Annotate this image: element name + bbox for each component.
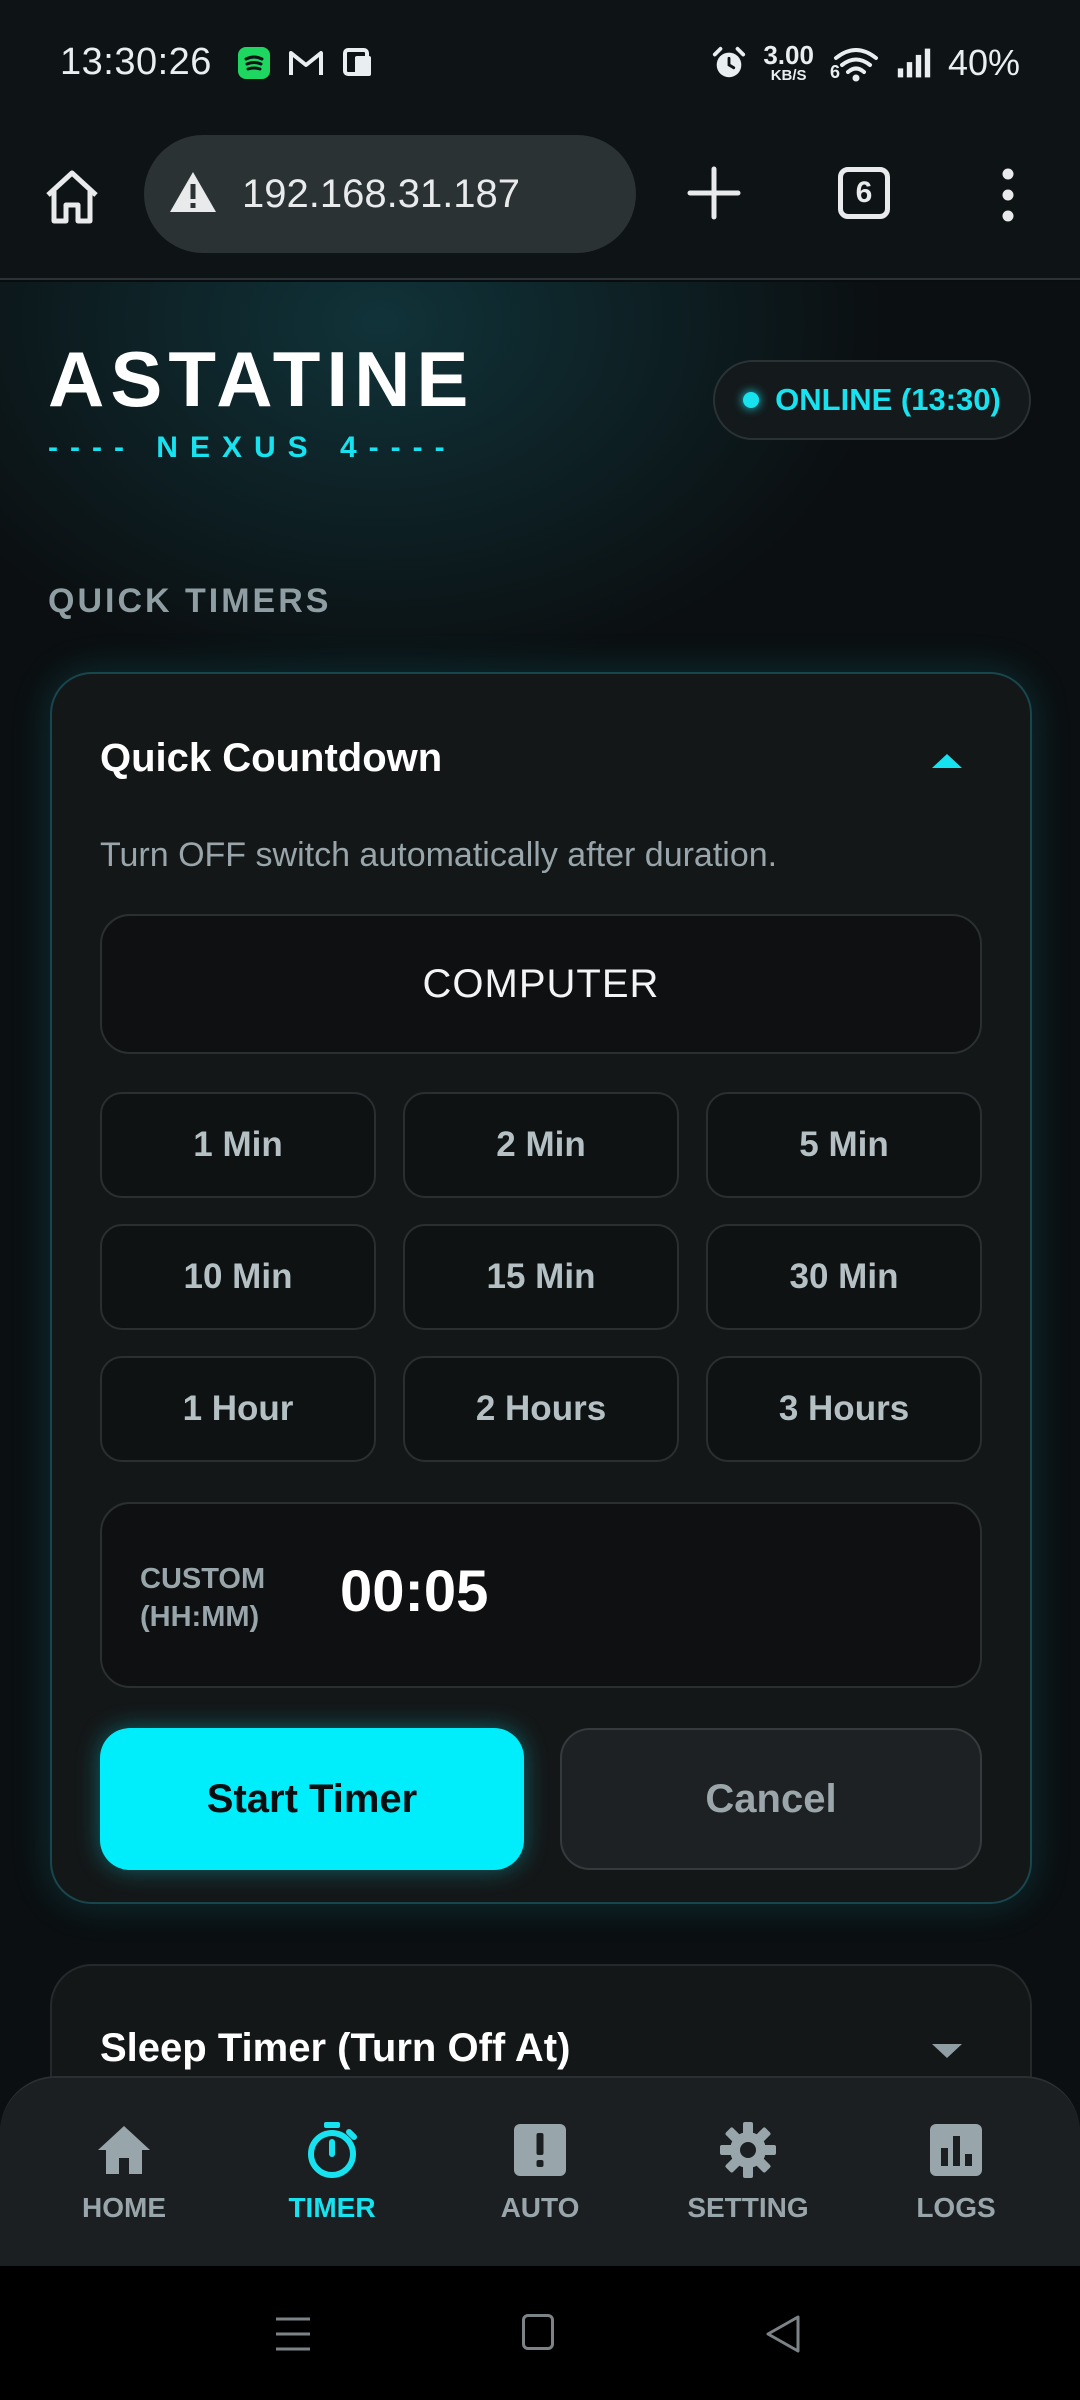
nav-item-logs[interactable]: LOGS xyxy=(856,2120,1056,2224)
custom-duration-label: CUSTOM (HH:MM) xyxy=(140,1560,265,1636)
nav-label-auto: AUTO xyxy=(500,2192,580,2223)
nav-item-setting[interactable]: SETTING xyxy=(648,2120,848,2224)
quick-countdown-description: Turn OFF switch automatically after dura… xyxy=(100,836,778,874)
preset-2-hours-button[interactable]: 2 Hours xyxy=(403,1356,679,1462)
wifi-band-label: 6 xyxy=(829,61,840,82)
status-bar: 13:30:26 3.00 KB/S 6 40% xyxy=(0,0,1080,125)
custom-label-line1: CUSTOM xyxy=(140,1563,266,1595)
brand-subtitle: ---- NEXUS 4---- xyxy=(48,431,457,464)
preset-duration-grid: 1 Min 2 Min 5 Min 10 Min 15 Min 30 Min 1… xyxy=(100,1092,982,1462)
preset-1-hour-button[interactable]: 1 Hour xyxy=(100,1356,376,1462)
nav-item-timer[interactable]: TIMER xyxy=(232,2120,432,2224)
nav-label-home: HOME xyxy=(82,2192,166,2223)
nav-label-setting: SETTING xyxy=(687,2192,809,2223)
system-navigation-bar xyxy=(0,2266,1080,2400)
alert-icon xyxy=(514,2124,566,2176)
connection-status-text: ONLINE (13:30) xyxy=(775,382,1001,417)
system-home-icon[interactable] xyxy=(522,2314,554,2350)
device-notification-icon xyxy=(340,45,376,81)
status-time: 13:30:26 xyxy=(60,41,212,83)
system-back-icon[interactable] xyxy=(764,2314,802,2359)
custom-duration-input[interactable] xyxy=(340,1558,740,1625)
recent-apps-icon[interactable] xyxy=(274,2316,312,2357)
preset-5-min-button[interactable]: 5 Min xyxy=(706,1092,982,1198)
status-bar-left: 13:30:26 xyxy=(60,41,376,84)
not-secure-warning-icon[interactable] xyxy=(168,170,218,219)
network-speed-value: 3.00 xyxy=(763,40,814,70)
home-icon xyxy=(98,2126,150,2174)
section-label-quick-timers: QUICK TIMERS xyxy=(48,582,332,620)
nav-label-timer: TIMER xyxy=(288,2192,376,2223)
nav-item-auto[interactable]: AUTO xyxy=(440,2120,640,2224)
device-selector[interactable]: COMPUTER xyxy=(100,914,982,1054)
preset-1-min-button[interactable]: 1 Min xyxy=(100,1092,376,1198)
bar-chart-icon xyxy=(930,2124,982,2176)
cell-signal-icon xyxy=(896,45,932,81)
status-bar-right: 3.00 KB/S 6 40% xyxy=(711,42,1020,84)
start-timer-button[interactable]: Start Timer xyxy=(100,1728,524,1870)
quick-countdown-title[interactable]: Quick Countdown xyxy=(100,736,442,781)
quick-countdown-card: Quick Countdown Turn OFF switch automati… xyxy=(50,672,1032,1904)
nav-label-logs: LOGS xyxy=(916,2192,996,2223)
address-bar[interactable]: 192.168.31.187 xyxy=(144,135,636,253)
new-tab-plus-icon[interactable] xyxy=(686,165,742,221)
connection-status-badge: ONLINE (13:30) xyxy=(713,360,1031,440)
gear-icon xyxy=(720,2122,776,2178)
stopwatch-icon xyxy=(308,2122,357,2178)
expand-chevron-down-icon[interactable] xyxy=(932,2044,962,2058)
gmail-notification-icon xyxy=(288,45,324,81)
browser-home-icon[interactable] xyxy=(40,165,104,237)
custom-duration-box: CUSTOM (HH:MM) xyxy=(100,1502,982,1688)
browser-toolbar: 192.168.31.187 6 xyxy=(0,125,1080,280)
url-text[interactable]: 192.168.31.187 xyxy=(242,172,520,217)
battery-level: 40% xyxy=(947,41,1020,83)
brand-logo: ASTATINE ---- NEXUS 4---- xyxy=(48,334,474,465)
network-speed: 3.00 KB/S xyxy=(763,42,814,83)
network-speed-unit: KB/S xyxy=(770,67,807,84)
bottom-navigation: HOME TIMER AUTO SETTING LOGS xyxy=(0,2076,1080,2266)
sleep-timer-title[interactable]: Sleep Timer (Turn Off At) xyxy=(100,2026,570,2071)
collapse-chevron-up-icon[interactable] xyxy=(932,754,962,768)
preset-3-hours-button[interactable]: 3 Hours xyxy=(706,1356,982,1462)
brand-title: ASTATINE xyxy=(48,335,475,423)
preset-15-min-button[interactable]: 15 Min xyxy=(403,1224,679,1330)
tab-switcher-button[interactable]: 6 xyxy=(838,167,890,219)
preset-10-min-button[interactable]: 10 Min xyxy=(100,1224,376,1330)
spotify-notification-icon xyxy=(236,45,272,81)
custom-label-line2: (HH:MM) xyxy=(140,1601,260,1633)
browser-menu-icon[interactable] xyxy=(996,167,1020,223)
cancel-button[interactable]: Cancel xyxy=(560,1728,982,1870)
alarm-icon xyxy=(711,45,747,81)
nav-item-home[interactable]: HOME xyxy=(24,2120,224,2224)
preset-2-min-button[interactable]: 2 Min xyxy=(403,1092,679,1198)
wifi-icon: 6 xyxy=(829,45,880,82)
preset-30-min-button[interactable]: 30 Min xyxy=(706,1224,982,1330)
status-dot-icon xyxy=(743,392,760,408)
